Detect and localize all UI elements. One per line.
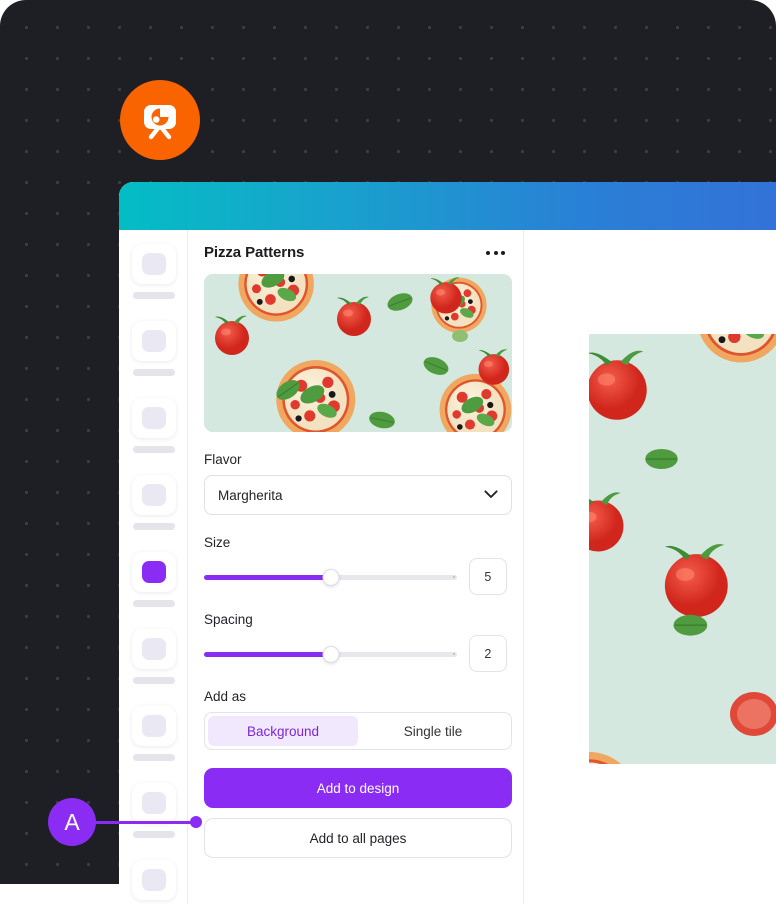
rail-thumb-icon bbox=[141, 869, 166, 891]
spacing-slider-row: 2 bbox=[204, 635, 507, 672]
size-slider-fill bbox=[204, 574, 331, 580]
add-as-label: Add as bbox=[204, 689, 247, 704]
rail-item-9[interactable] bbox=[119, 854, 187, 904]
flavor-select[interactable]: Margherita bbox=[204, 475, 512, 515]
rail-item-5[interactable] bbox=[119, 546, 187, 623]
rail-placeholder-bar bbox=[132, 292, 175, 299]
spacing-label: Spacing bbox=[204, 612, 253, 627]
rail-thumb-icon bbox=[141, 792, 166, 814]
rail-thumb-icon bbox=[141, 638, 166, 660]
rail-thumb-icon-selected bbox=[141, 561, 166, 583]
app-logo bbox=[120, 80, 200, 160]
rail-item-2[interactable] bbox=[119, 315, 187, 392]
segment-single-tile[interactable]: Single tile bbox=[358, 716, 508, 746]
add-to-design-button[interactable]: Add to design bbox=[204, 768, 512, 808]
size-slider-row: 5 bbox=[204, 558, 507, 595]
kebab-menu-icon[interactable] bbox=[484, 245, 507, 261]
pattern-preview[interactable] bbox=[204, 274, 512, 432]
spacing-slider-end-tick bbox=[452, 653, 455, 655]
size-slider[interactable] bbox=[204, 566, 457, 588]
chevron-down-icon bbox=[484, 486, 498, 504]
rail-placeholder-bar bbox=[132, 446, 175, 453]
add-as-segmented-control[interactable]: Background Single tile bbox=[204, 712, 512, 750]
rail-item-1[interactable] bbox=[119, 238, 187, 315]
annotation-target-dot bbox=[190, 816, 202, 828]
spacing-slider-fill bbox=[204, 651, 331, 657]
rail-placeholder-bar bbox=[132, 369, 175, 376]
canvas-pattern-art[interactable] bbox=[589, 334, 776, 764]
rail-item-8[interactable] bbox=[119, 777, 187, 854]
app-body: Pizza Patterns Flavor Margherita Size 5 … bbox=[119, 230, 776, 904]
app-topbar bbox=[119, 182, 776, 230]
rail-thumb-icon bbox=[141, 484, 166, 506]
rail-placeholder-bar bbox=[132, 677, 175, 684]
annotation-badge-a: A bbox=[48, 798, 96, 846]
size-value-box[interactable]: 5 bbox=[468, 558, 507, 595]
flavor-label: Flavor bbox=[204, 452, 242, 467]
rail-placeholder-bar bbox=[132, 831, 175, 838]
rail-placeholder-bar bbox=[132, 754, 175, 761]
panel-title: Pizza Patterns bbox=[204, 244, 305, 261]
annotation-connector-line bbox=[84, 821, 196, 824]
rail-placeholder-bar bbox=[132, 523, 175, 530]
rail-placeholder-bar bbox=[132, 600, 175, 607]
design-canvas[interactable] bbox=[524, 230, 776, 904]
rail-item-4[interactable] bbox=[119, 469, 187, 546]
flavor-value: Margherita bbox=[218, 487, 283, 503]
size-slider-end-tick bbox=[452, 576, 455, 578]
size-slider-knob[interactable] bbox=[322, 568, 339, 586]
rail-item-6[interactable] bbox=[119, 623, 187, 700]
presentation-pie-chart-icon bbox=[137, 97, 183, 143]
rail-thumb-icon bbox=[141, 715, 166, 737]
spacing-slider-knob[interactable] bbox=[322, 645, 339, 663]
left-rail[interactable] bbox=[119, 230, 188, 904]
panel-header: Pizza Patterns bbox=[204, 244, 507, 261]
rail-thumb-icon bbox=[141, 407, 166, 429]
rail-item-3[interactable] bbox=[119, 392, 187, 469]
rail-thumb-icon bbox=[141, 253, 166, 275]
rail-thumb-icon bbox=[141, 330, 166, 352]
screenshot-root: Pizza Patterns Flavor Margherita Size 5 … bbox=[0, 0, 776, 904]
properties-panel: Pizza Patterns Flavor Margherita Size 5 … bbox=[188, 230, 524, 904]
add-to-all-pages-button[interactable]: Add to all pages bbox=[204, 818, 512, 858]
size-label: Size bbox=[204, 535, 231, 550]
segment-background[interactable]: Background bbox=[208, 716, 358, 746]
spacing-slider[interactable] bbox=[204, 643, 457, 665]
spacing-value-box[interactable]: 2 bbox=[468, 635, 507, 672]
rail-item-7[interactable] bbox=[119, 700, 187, 777]
app-window: Pizza Patterns Flavor Margherita Size 5 … bbox=[119, 182, 776, 904]
